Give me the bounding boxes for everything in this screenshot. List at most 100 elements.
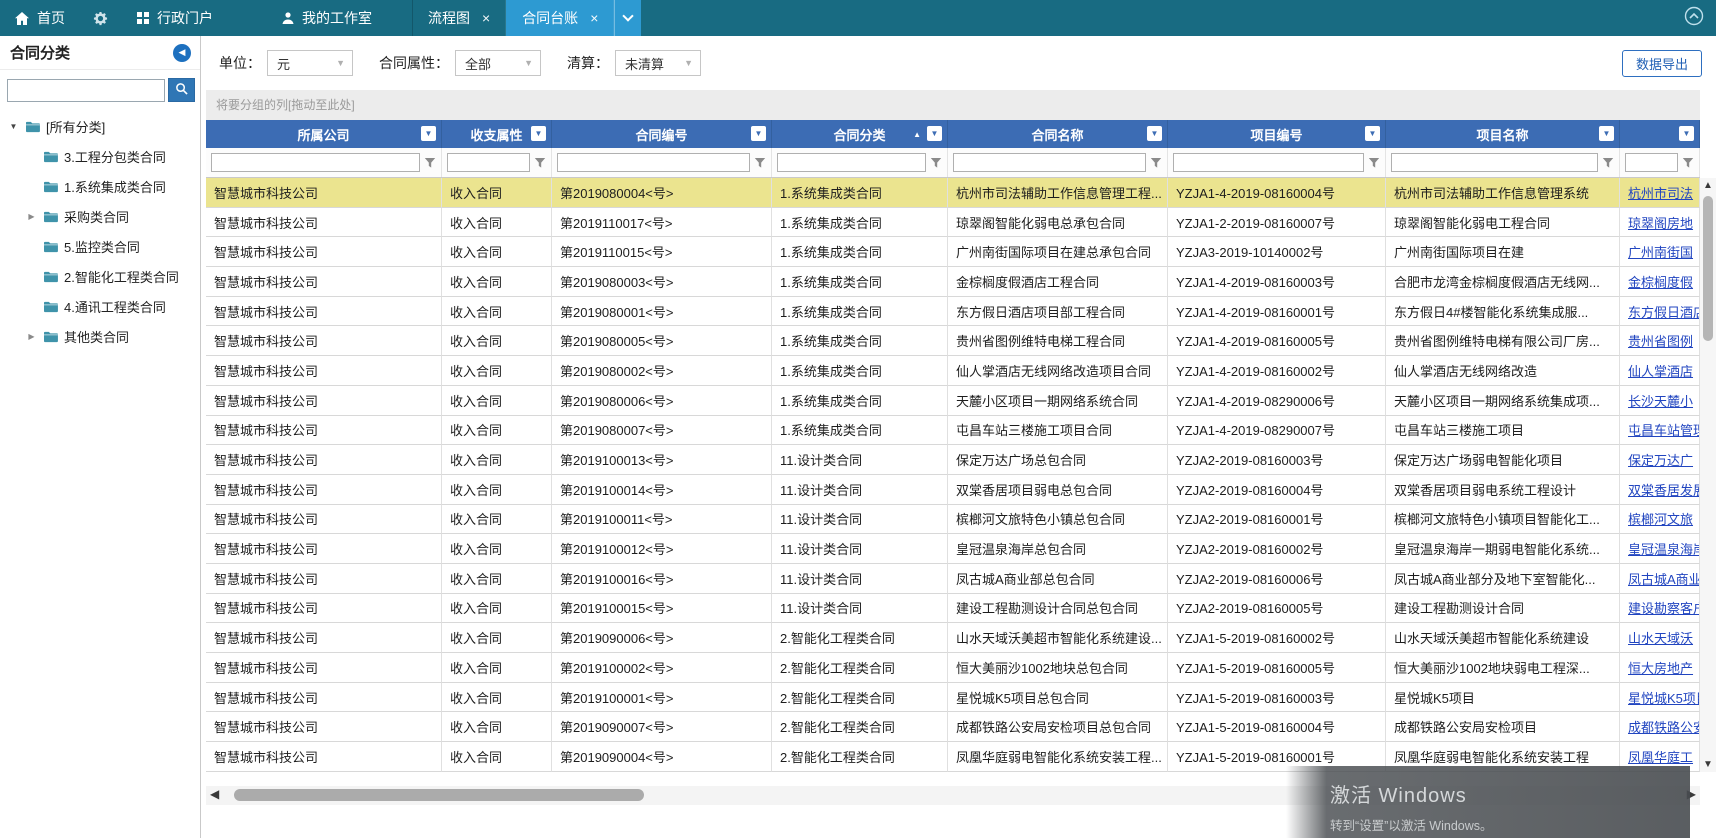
tree-item[interactable]: 5.监控类合同 [8, 231, 200, 261]
column-header-1[interactable]: 收支属性▼ [442, 120, 552, 148]
expand-icon[interactable]: ▶ [26, 332, 37, 341]
column-header-5[interactable]: 项目编号▼ [1168, 120, 1386, 148]
column-filter-icon[interactable]: ▼ [531, 126, 546, 141]
nav-workspace[interactable]: 我的工作室 [267, 0, 386, 36]
column-filter-input[interactable] [1391, 153, 1598, 172]
table-row[interactable]: 智慧城市科技公司收入合同第2019100001<号>2.智能化工程类合同星悦城K… [206, 683, 1700, 713]
tree-root-all-categories[interactable]: ▼ [所有分类] [8, 111, 200, 141]
table-row[interactable]: 智慧城市科技公司收入合同第2019080004<号>1.系统集成类合同杭州市司法… [206, 178, 1700, 208]
scroll-down-icon[interactable]: ▼ [1700, 759, 1716, 770]
customer-link[interactable]: 长沙天麓小 [1628, 391, 1693, 410]
customer-link[interactable]: 成都铁路公安 [1628, 717, 1700, 736]
column-filter-input[interactable] [777, 153, 926, 172]
tree-item[interactable]: ▶其他类合同 [8, 321, 200, 351]
funnel-icon[interactable] [1682, 157, 1694, 169]
customer-link[interactable]: 凤凰华庭工 [1628, 747, 1693, 766]
vertical-scrollbar-thumb[interactable] [1703, 196, 1713, 341]
close-icon[interactable]: × [482, 10, 490, 26]
category-search-input[interactable] [7, 79, 165, 102]
funnel-icon[interactable] [930, 157, 942, 169]
table-row[interactable]: 智慧城市科技公司收入合同第2019100012<号>11.设计类合同皇冠温泉海岸… [206, 534, 1700, 564]
expand-icon[interactable]: ▼ [8, 122, 19, 131]
column-filter-icon[interactable]: ▼ [1147, 126, 1162, 141]
customer-link[interactable]: 金棕榈度假 [1628, 272, 1693, 291]
group-by-dropzone[interactable]: 将要分组的列[拖动至此处] [206, 90, 1700, 120]
settle-select[interactable]: 未清算 ▼ [615, 50, 701, 76]
funnel-icon[interactable] [1368, 157, 1380, 169]
customer-link[interactable]: 星悦城K5项目 [1628, 688, 1700, 707]
column-filter-input[interactable] [953, 153, 1146, 172]
table-row[interactable]: 智慧城市科技公司收入合同第2019080001<号>1.系统集成类合同东方假日酒… [206, 297, 1700, 327]
customer-link[interactable]: 恒大房地产 [1628, 658, 1693, 677]
collapse-topbar-button[interactable] [1684, 6, 1716, 31]
table-row[interactable]: 智慧城市科技公司收入合同第2019080003<号>1.系统集成类合同金棕榈度假… [206, 267, 1700, 297]
funnel-icon[interactable] [534, 157, 546, 169]
tree-item[interactable]: ▶采购类合同 [8, 201, 200, 231]
table-row[interactable]: 智慧城市科技公司收入合同第2019100013<号>11.设计类合同保定万达广场… [206, 445, 1700, 475]
column-header-4[interactable]: 合同名称▼ [948, 120, 1168, 148]
expand-icon[interactable]: ▶ [26, 212, 37, 221]
sidebar-collapse-button[interactable]: ◀ [173, 44, 191, 62]
table-row[interactable]: 智慧城市科技公司收入合同第2019100011<号>11.设计类合同槟榔河文旅特… [206, 505, 1700, 535]
customer-link[interactable]: 山水天域沃 [1628, 628, 1693, 647]
table-row[interactable]: 智慧城市科技公司收入合同第2019090007<号>2.智能化工程类合同成都铁路… [206, 712, 1700, 742]
table-row[interactable]: 智慧城市科技公司收入合同第2019100002<号>2.智能化工程类合同恒大美丽… [206, 653, 1700, 683]
horizontal-scrollbar-thumb[interactable] [234, 789, 644, 801]
customer-link[interactable]: 琼翠阁房地 [1628, 213, 1693, 232]
column-filter-input[interactable] [1625, 153, 1678, 172]
customer-link[interactable]: 双棠香居发展 [1628, 480, 1700, 499]
column-filter-icon[interactable]: ▼ [927, 126, 942, 141]
table-row[interactable]: 智慧城市科技公司收入合同第2019100016<号>11.设计类合同凤古城A商业… [206, 564, 1700, 594]
column-filter-icon[interactable]: ▼ [1679, 126, 1694, 141]
customer-link[interactable]: 保定万达广 [1628, 450, 1693, 469]
column-filter-icon[interactable]: ▼ [421, 126, 436, 141]
funnel-icon[interactable] [424, 157, 436, 169]
customer-link[interactable]: 东方假日酒店 [1628, 302, 1700, 321]
customer-link[interactable]: 杭州市司法 [1628, 183, 1693, 202]
funnel-icon[interactable] [1602, 157, 1614, 169]
contract-attr-select[interactable]: 全部 ▼ [455, 50, 541, 76]
table-row[interactable]: 智慧城市科技公司收入合同第2019100015<号>11.设计类合同建设工程勘测… [206, 594, 1700, 624]
column-header-7[interactable]: ▼ [1620, 120, 1700, 148]
column-filter-input[interactable] [1173, 153, 1364, 172]
table-row[interactable]: 智慧城市科技公司收入合同第2019080005<号>1.系统集成类合同贵州省图例… [206, 326, 1700, 356]
vertical-scrollbar[interactable]: ▲ ▼ [1700, 178, 1716, 772]
column-filter-input[interactable] [447, 153, 530, 172]
column-filter-input[interactable] [211, 153, 420, 172]
column-header-3[interactable]: 合同分类▲▼ [772, 120, 948, 148]
nav-home[interactable]: 首页 [0, 0, 79, 36]
tree-item[interactable]: 2.智能化工程类合同 [8, 261, 200, 291]
column-filter-icon[interactable]: ▼ [1365, 126, 1380, 141]
table-row[interactable]: 智慧城市科技公司收入合同第2019110015<号>1.系统集成类合同广州南街国… [206, 237, 1700, 267]
funnel-icon[interactable] [754, 157, 766, 169]
customer-link[interactable]: 仙人掌酒店 [1628, 361, 1693, 380]
customer-link[interactable]: 屯昌车站管理 [1628, 420, 1700, 439]
table-row[interactable]: 智慧城市科技公司收入合同第2019080007<号>1.系统集成类合同屯昌车站三… [206, 416, 1700, 446]
column-filter-icon[interactable]: ▼ [1599, 126, 1614, 141]
customer-link[interactable]: 凤古城A商业 [1628, 569, 1700, 588]
table-row[interactable]: 智慧城市科技公司收入合同第2019090006<号>2.智能化工程类合同山水天域… [206, 623, 1700, 653]
funnel-icon[interactable] [1150, 157, 1162, 169]
tree-item[interactable]: 1.系统集成类合同 [8, 171, 200, 201]
table-row[interactable]: 智慧城市科技公司收入合同第2019110017<号>1.系统集成类合同琼翠阁智能… [206, 208, 1700, 238]
column-filter-icon[interactable]: ▼ [751, 126, 766, 141]
table-row[interactable]: 智慧城市科技公司收入合同第2019080006<号>1.系统集成类合同天麓小区项… [206, 386, 1700, 416]
table-row[interactable]: 智慧城市科技公司收入合同第2019100014<号>11.设计类合同双棠香居项目… [206, 475, 1700, 505]
column-header-6[interactable]: 项目名称▼ [1386, 120, 1620, 148]
tree-item[interactable]: 3.工程分包类合同 [8, 141, 200, 171]
scroll-up-icon[interactable]: ▲ [1700, 180, 1716, 191]
table-row[interactable]: 智慧城市科技公司收入合同第2019080002<号>1.系统集成类合同仙人掌酒店… [206, 356, 1700, 386]
tree-item[interactable]: 4.通讯工程类合同 [8, 291, 200, 321]
customer-link[interactable]: 皇冠温泉海岸 [1628, 539, 1700, 558]
search-button[interactable] [168, 78, 195, 102]
nav-settings[interactable] [79, 0, 122, 36]
data-export-button[interactable]: 数据导出 [1622, 50, 1702, 77]
tab-contract-ledger[interactable]: 合同台账 × [506, 0, 614, 36]
unit-select[interactable]: 元 ▼ [267, 50, 353, 76]
close-icon[interactable]: × [590, 10, 598, 26]
scroll-left-icon[interactable]: ◀ [210, 787, 219, 801]
column-header-2[interactable]: 合同编号▼ [552, 120, 772, 148]
tab-list-dropdown[interactable] [614, 0, 641, 36]
customer-link[interactable]: 贵州省图例 [1628, 331, 1693, 350]
nav-portal[interactable]: 行政门户 [122, 0, 227, 36]
